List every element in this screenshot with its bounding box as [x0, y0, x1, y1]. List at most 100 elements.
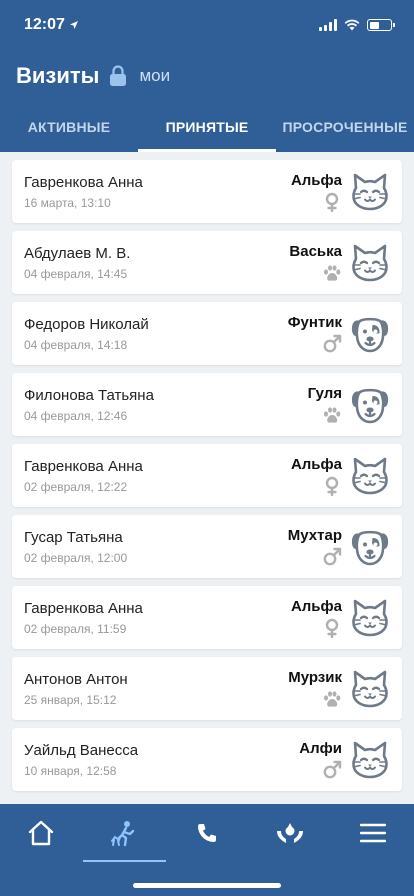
cat-icon — [352, 244, 388, 281]
cat-icon — [352, 457, 388, 494]
visit-list: Гавренкова Анна 16 марта, 13:10 Альфа Аб… — [0, 152, 414, 791]
nav-visits[interactable] — [82, 804, 166, 862]
paw-icon — [324, 690, 341, 707]
battery-icon — [367, 19, 395, 31]
page-title: Визиты — [16, 63, 100, 88]
pet-care-icon — [276, 823, 303, 843]
cat-icon — [352, 173, 388, 210]
visit-card[interactable]: Филонова Татьяна 04 февраля, 12:46 Гуля — [12, 373, 402, 436]
pet-name: Васька — [289, 242, 342, 260]
visit-date: 04 февраля, 14:18 — [24, 337, 128, 352]
pet-info: Гуля — [308, 385, 342, 425]
mine-filter-label[interactable]: мои — [139, 66, 170, 86]
dog-icon — [351, 317, 389, 352]
home-icon — [29, 820, 54, 846]
pet-name: Алфи — [299, 739, 342, 757]
menu-icon — [359, 823, 386, 843]
tab-active[interactable]: АКТИВНЫЕ — [0, 102, 138, 152]
visit-date: 02 февраля, 11:59 — [24, 621, 127, 636]
pet-info: Фунтик — [288, 314, 342, 354]
pet-name: Мухтар — [287, 526, 342, 544]
pet-name: Мурзик — [288, 668, 342, 686]
visit-date: 16 марта, 13:10 — [24, 195, 111, 210]
owner-name: Гусар Татьяна — [24, 528, 123, 546]
wifi-icon — [344, 19, 360, 31]
visit-info: Гусар Татьяна 02 февраля, 12:00 — [24, 529, 288, 565]
female-icon — [325, 476, 339, 496]
visit-info: Гавренкова Анна 02 февраля, 11:59 — [24, 600, 291, 636]
visit-card[interactable]: Федоров Николай 04 февраля, 14:18 Фунтик — [12, 302, 402, 365]
location-arrow-icon — [69, 21, 78, 29]
visits-icon — [111, 821, 135, 847]
visit-card[interactable]: Гавренкова Анна 16 марта, 13:10 Альфа — [12, 160, 402, 223]
dog-icon — [351, 388, 389, 423]
cellular-signal-icon — [319, 19, 337, 31]
paw-icon — [324, 264, 341, 281]
pet-info: Мурзик — [288, 669, 342, 709]
tab-overdue[interactable]: ПРОСРОЧЕННЫЕ — [276, 102, 414, 152]
female-icon — [325, 192, 339, 212]
nav-pet-care[interactable] — [248, 804, 331, 862]
phone-icon — [197, 824, 216, 842]
visit-date: 25 января, 15:12 — [24, 692, 117, 707]
status-time-text: 12:07 — [24, 16, 65, 33]
visit-card[interactable]: Гавренкова Анна 02 февраля, 11:59 Альфа — [12, 586, 402, 649]
cat-icon — [352, 741, 388, 778]
owner-name: Абдулаев М. В. — [24, 244, 131, 262]
status-icons — [319, 19, 395, 31]
visit-info: Уайльд Ванесса 10 января, 12:58 — [24, 742, 299, 778]
pet-info: Васька — [289, 243, 342, 283]
cat-icon — [352, 670, 388, 707]
visit-card[interactable]: Антонов Антон 25 января, 15:12 Мурзик — [12, 657, 402, 720]
pet-name: Альфа — [290, 597, 342, 615]
visit-info: Гавренкова Анна 02 февраля, 12:22 — [24, 458, 291, 494]
visit-date: 04 февраля, 14:45 — [24, 266, 128, 281]
pet-info: Альфа — [291, 172, 342, 212]
owner-name: Гавренкова Анна — [24, 599, 143, 617]
dog-icon — [351, 530, 389, 565]
pet-info: Альфа — [291, 598, 342, 638]
visit-card[interactable]: Гавренкова Анна 02 февраля, 12:22 Альфа — [12, 444, 402, 507]
visit-card[interactable]: Гусар Татьяна 02 февраля, 12:00 Мухтар — [12, 515, 402, 578]
visit-info: Филонова Татьяна 04 февраля, 12:46 — [24, 387, 308, 423]
visit-info: Антонов Антон 25 января, 15:12 — [24, 671, 288, 707]
visit-card[interactable]: Абдулаев М. В. 04 февраля, 14:45 Васька — [12, 231, 402, 294]
male-icon — [323, 760, 342, 778]
status-bar: 12:07 — [0, 0, 414, 50]
tab-bar: АКТИВНЫЕ ПРИНЯТЫЕ ПРОСРОЧЕННЫЕ — [0, 102, 414, 152]
home-indicator[interactable] — [133, 883, 281, 888]
pet-info: Алфи — [299, 740, 342, 780]
female-icon — [325, 618, 339, 638]
visit-date: 02 февраля, 12:22 — [24, 479, 128, 494]
app-header: 12:07 Визиты мои АКТИВНЫЕ ПРИНЯТЫЕ ПРОСР… — [0, 0, 414, 152]
owner-name: Гавренкова Анна — [24, 457, 143, 475]
visit-info: Гавренкова Анна 16 марта, 13:10 — [24, 174, 291, 210]
owner-name: Гавренкова Анна — [24, 173, 143, 191]
male-icon — [323, 547, 342, 565]
title-row: Визиты мои — [0, 50, 414, 102]
cat-icon — [352, 599, 388, 636]
owner-name: Филонова Татьяна — [24, 386, 154, 404]
nav-home[interactable] — [0, 804, 83, 862]
pet-name: Гуля — [307, 384, 342, 402]
lock-icon[interactable] — [109, 65, 129, 87]
pet-info: Альфа — [291, 456, 342, 496]
nav-menu[interactable] — [331, 804, 414, 862]
owner-name: Уайльд Ванесса — [24, 741, 139, 759]
visit-info: Абдулаев М. В. 04 февраля, 14:45 — [24, 245, 289, 281]
pet-info: Мухтар — [288, 527, 342, 567]
nav-phone[interactable] — [166, 804, 249, 862]
visit-card[interactable]: Уайльд Ванесса 10 января, 12:58 Алфи — [12, 728, 402, 791]
visit-date: 02 февраля, 12:00 — [24, 550, 128, 565]
owner-name: Федоров Николай — [24, 315, 149, 333]
owner-name: Антонов Антон — [24, 670, 128, 688]
visit-date: 04 февраля, 12:46 — [24, 408, 128, 423]
visit-info: Федоров Николай 04 февраля, 14:18 — [24, 316, 288, 352]
visit-date: 10 января, 12:58 — [24, 763, 117, 778]
status-time: 12:07 — [24, 16, 79, 34]
paw-icon — [324, 406, 341, 423]
male-icon — [323, 334, 342, 352]
pet-name: Альфа — [290, 455, 342, 473]
pet-name: Альфа — [290, 171, 342, 189]
tab-accepted[interactable]: ПРИНЯТЫЕ — [138, 102, 276, 152]
